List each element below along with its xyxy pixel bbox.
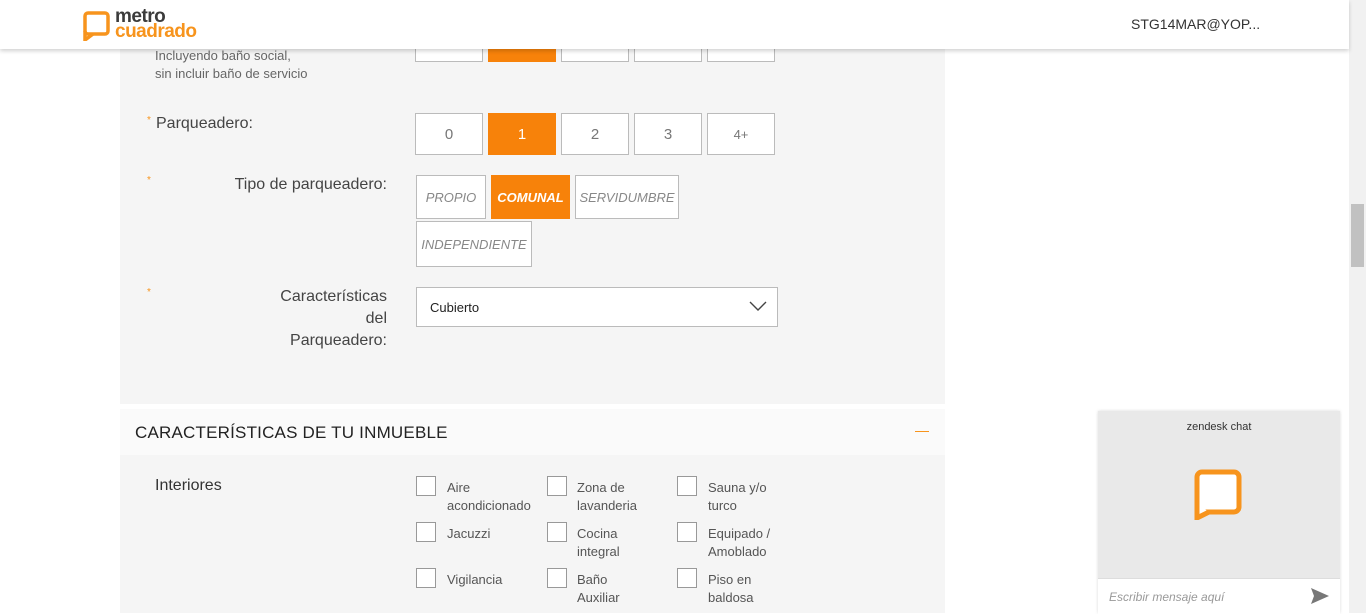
checkbox-aire-acondicionado[interactable] — [416, 476, 436, 496]
checkbox-label: Baño Auxiliar — [577, 572, 620, 605]
chat-bubble-icon — [1194, 469, 1242, 520]
checkbox-cocina-integral[interactable] — [547, 522, 567, 542]
chat-placeholder: Escribir mensaje aquí — [1109, 590, 1225, 604]
top-header: metro cuadrado STG14MAR@YOP... — [0, 0, 1349, 49]
checkbox-label: Sauna y/o turco — [708, 480, 767, 513]
parking-features-select[interactable]: Cubierto — [416, 287, 778, 327]
checkbox-sauna-turco[interactable] — [677, 476, 697, 496]
logo-chat-bubble-icon — [83, 11, 110, 41]
section-header-characteristics[interactable]: CARACTERÍSTICAS DE TU INMUEBLE — [120, 409, 945, 456]
checkbox-label: Jacuzzi — [447, 526, 491, 541]
minus-icon[interactable] — [915, 431, 929, 432]
parking-type-servidumbre[interactable]: SERVIDUMBRE — [575, 175, 679, 219]
required-asterisk: * — [147, 115, 151, 126]
checkbox-label: Aire acondicionado — [447, 480, 531, 513]
checkbox-bano-auxiliar[interactable] — [547, 568, 567, 588]
chat-message-input[interactable]: Escribir mensaje aquí — [1098, 578, 1340, 614]
zendesk-chat-widget[interactable]: zendesk chat Escribir mensaje aquí — [1098, 411, 1340, 614]
parking-features-value: Cubierto — [430, 300, 480, 315]
checkbox-zona-lavanderia[interactable] — [547, 476, 567, 496]
parking-option-4plus[interactable]: 4+ — [707, 113, 775, 155]
chat-title: zendesk chat — [1186, 421, 1252, 433]
checkbox-label: Piso en baldosa — [708, 572, 754, 605]
parking-type-independiente[interactable]: INDEPENDIENTE — [416, 221, 532, 267]
checkbox-label: Vigilancia — [447, 572, 503, 587]
parking-option-2[interactable]: 2 — [561, 113, 629, 155]
checkbox-label: Equipado / Amoblado — [708, 526, 771, 559]
metrocuadrado-logo[interactable]: metro cuadrado — [83, 6, 213, 42]
checkbox-label: Cocina integral — [577, 526, 620, 559]
parking-type-comunal[interactable]: COMUNAL — [491, 175, 570, 219]
send-icon[interactable] — [1310, 587, 1330, 605]
checkbox-equipado-amoblado[interactable] — [677, 522, 697, 542]
parking-option-0[interactable]: 0 — [415, 113, 483, 155]
bathroom-hint-line2: sin incluir baño de servicio — [155, 66, 308, 81]
section-body — [120, 455, 945, 613]
parking-option-3[interactable]: 3 — [634, 113, 702, 155]
parking-type-label: Tipo de parqueadero: — [234, 176, 387, 193]
page-scrollbar-thumb[interactable] — [1351, 204, 1364, 267]
parking-label: Parqueadero: — [156, 115, 253, 132]
user-account-menu[interactable]: STG14MAR@YOP... — [1131, 16, 1260, 32]
parking-type-propio[interactable]: PROPIO — [416, 175, 486, 219]
checkbox-vigilancia[interactable] — [416, 568, 436, 588]
logo-text-cuadrado: cuadrado — [115, 21, 197, 42]
parking-features-label: Características del Parqueadero: — [280, 288, 387, 349]
checkbox-jacuzzi[interactable] — [416, 522, 436, 542]
checkbox-piso-baldosa[interactable] — [677, 568, 697, 588]
parking-option-1[interactable]: 1 — [488, 113, 556, 155]
chevron-down-icon — [749, 301, 767, 311]
section-title: CARACTERÍSTICAS DE TU INMUEBLE — [135, 423, 448, 442]
page-scrollbar-track[interactable] — [1349, 0, 1366, 613]
interiores-label: Interiores — [155, 477, 222, 494]
required-asterisk: * — [147, 287, 151, 298]
bathroom-hint-line1: Incluyendo baño social, — [155, 48, 291, 63]
checkbox-label: Zona de lavanderia — [577, 480, 637, 513]
